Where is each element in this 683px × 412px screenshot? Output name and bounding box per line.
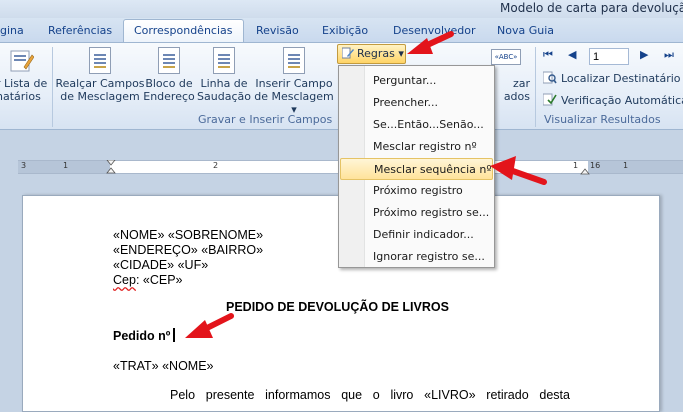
address-block-icon: [158, 47, 180, 74]
menu-item-mesclar-sequencia[interactable]: Mesclar sequência nº: [340, 158, 493, 180]
paragraph-word: Pelo: [170, 388, 196, 402]
arrow-to-order-number-icon: [185, 313, 234, 338]
group-separator: [52, 47, 53, 127]
highlight-fields-label-1: Realçar Campos: [55, 77, 145, 90]
text-cursor: [173, 328, 176, 342]
ruler-tick-label: 1: [573, 161, 579, 170]
auto-check-errors-button[interactable]: Verificação Automática d: [542, 93, 683, 107]
tab-pagina[interactable]: gina: [0, 22, 24, 42]
paragraph-word: desta: [539, 388, 570, 402]
tab-referencias[interactable]: Referências: [48, 22, 112, 42]
previous-record-icon[interactable]: ◀: [568, 48, 576, 61]
greeting-line-button[interactable]: Linha de Saudação: [196, 47, 252, 103]
arrow-to-rules-icon: [407, 31, 454, 54]
highlight-merge-fields-button[interactable]: Realçar Campos de Mesclagem: [55, 47, 145, 103]
record-number-input[interactable]: [589, 48, 629, 65]
paragraph-word: retirado: [486, 388, 529, 402]
abc-preview-icon: «ABC»: [491, 49, 521, 65]
find-recipient-icon: [542, 71, 557, 84]
greeting-line-label-2: Saudação: [197, 90, 251, 103]
find-recipient-label: Localizar Destinatário: [561, 72, 681, 85]
address-block-button[interactable]: Bloco de Endereço: [143, 47, 195, 103]
tab-exibicao[interactable]: Exibição: [322, 22, 368, 42]
ruler-tick-label: 1: [63, 161, 69, 170]
menu-item-mesclar-registro[interactable]: Mesclar registro nº: [340, 136, 493, 158]
edit-list-label-1: r Lista de: [0, 77, 48, 90]
group-label-gravar: Gravar e Inserir Campos: [198, 113, 333, 126]
menu-item-se-entao-senao[interactable]: Se...Então...Senão...: [340, 114, 493, 136]
cep-label: Cep: [113, 273, 136, 287]
window-title: Modelo de carta para devolução d: [500, 1, 683, 15]
address-block-label-1: Bloco de: [145, 77, 193, 90]
menu-item-ignorar-registro[interactable]: Ignorar registro se...: [340, 246, 493, 268]
paragraph-word: «LIVRO»: [424, 388, 476, 402]
edit-list-label-2: natários: [0, 90, 41, 103]
insert-field-label-1: Inserir Campo: [255, 77, 333, 90]
body-paragraph: Pelo presente informamos que o livro «LI…: [170, 388, 570, 402]
greeting-line-icon: [213, 47, 235, 74]
paragraph-word: informamos: [265, 388, 331, 402]
rules-button[interactable]: Regras ▾: [337, 44, 406, 64]
menu-item-definir-indicador[interactable]: Definir indicador...: [340, 224, 493, 246]
rules-label: Regras ▾: [357, 47, 404, 60]
ruler-right-margin: [588, 161, 683, 173]
tab-revisao[interactable]: Revisão: [256, 22, 299, 42]
ruler-tick-label: 2: [213, 161, 219, 170]
check-errors-icon: [542, 93, 557, 106]
menu-item-preencher[interactable]: Preencher...: [340, 92, 493, 114]
next-record-icon[interactable]: ▶: [640, 48, 648, 61]
paragraph-word: presente: [205, 388, 255, 402]
address-line: «NOME» «SOBRENOME»: [113, 228, 264, 242]
last-record-icon[interactable]: ⏭: [664, 48, 674, 62]
menu-item-proximo-registro[interactable]: Próximo registro: [340, 180, 493, 202]
edit-recipient-list-button[interactable]: r Lista de natários: [0, 47, 48, 103]
cep-line: Cep: «CEP»: [113, 273, 183, 287]
group-separator: [535, 47, 536, 127]
rules-dropdown-menu: Perguntar... Preencher... Se...Então...S…: [338, 65, 495, 268]
ruler-tick-label: 16: [590, 161, 601, 170]
address-block-label-2: Endereço: [143, 90, 195, 103]
indent-marker-icon[interactable]: [106, 160, 116, 174]
paragraph-word: livro: [390, 388, 414, 402]
greeting-line: «TRAT» «NOME»: [113, 359, 214, 373]
arrow-to-merge-sequence-icon: [490, 156, 547, 185]
recipient-list-icon: [10, 50, 34, 72]
ribbon-tab-bar: gina Referências Correspondências Revisã…: [0, 18, 683, 42]
group-label-visualizar: Visualizar Resultados: [544, 113, 661, 126]
first-record-icon[interactable]: ⏮: [543, 48, 553, 62]
rules-icon: [342, 47, 354, 59]
highlight-fields-icon: [89, 47, 111, 74]
paragraph-word: o: [372, 388, 380, 402]
menu-item-proximo-registro-se[interactable]: Próximo registro se...: [340, 202, 493, 224]
insert-merge-field-icon: [283, 47, 305, 74]
greeting-line-label-1: Linha de: [200, 77, 248, 90]
address-line: «ENDEREÇO» «BAIRRO»: [113, 243, 264, 257]
title-bar: Modelo de carta para devolução d: [0, 0, 683, 18]
insert-merge-field-button[interactable]: Inserir Campo de Mesclagem ▾: [252, 47, 336, 116]
find-recipient-button[interactable]: Localizar Destinatário: [542, 71, 681, 85]
ruler-tick-label: 1: [623, 161, 629, 170]
order-number-label: Pedido nº: [113, 329, 171, 343]
right-indent-marker-icon[interactable]: [580, 165, 590, 175]
tab-correspondencias[interactable]: Correspondências: [123, 19, 244, 42]
address-line: «CIDADE» «UF»: [113, 258, 209, 272]
paragraph-word: que: [341, 388, 363, 402]
document-heading: PEDIDO DE DEVOLUÇÃO DE LIVROS: [226, 300, 449, 314]
tab-nova-guia[interactable]: Nova Guia: [497, 22, 554, 42]
menu-item-perguntar[interactable]: Perguntar...: [340, 70, 493, 92]
ruler-tick-label: 3: [21, 161, 27, 170]
check-errors-label: Verificação Automática d: [561, 94, 683, 107]
order-number-line[interactable]: Pedido nº: [113, 328, 176, 343]
highlight-fields-label-2: de Mesclagem: [60, 90, 140, 103]
cep-field: : «CEP»: [135, 273, 183, 287]
